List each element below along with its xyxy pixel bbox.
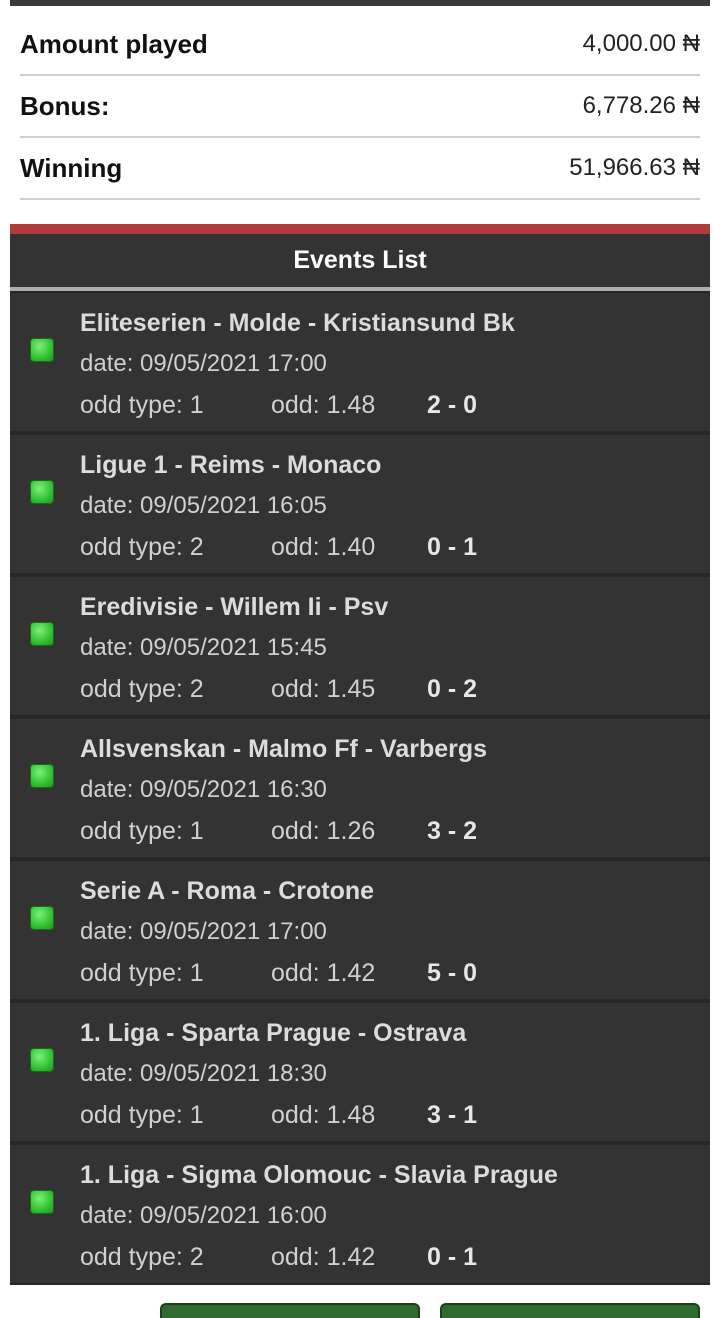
event-date: date: 09/05/2021 16:00 bbox=[80, 1202, 327, 1229]
events-list: Eliteserien - Molde - Kristiansund Bk da… bbox=[10, 291, 710, 1285]
event-odd: odd: 1.48 bbox=[271, 1101, 376, 1129]
event-item[interactable]: Eliteserien - Molde - Kristiansund Bk da… bbox=[10, 293, 710, 431]
event-odd: odd: 1.42 bbox=[271, 959, 376, 987]
bet-slip-page: Amount played 4,000.00 ₦ Bonus: 6,778.26… bbox=[0, 0, 720, 1318]
event-score: 5 - 0 bbox=[427, 959, 478, 987]
events-list-header: Events List bbox=[10, 234, 710, 287]
event-item[interactable]: Allsvenskan - Malmo Ff - Varbergs date: … bbox=[10, 719, 710, 857]
event-odd: odd: 1.40 bbox=[271, 533, 376, 561]
bonus-label: Bonus: bbox=[20, 90, 110, 121]
status-green-icon bbox=[30, 1190, 54, 1214]
action-button-left[interactable] bbox=[160, 1303, 420, 1318]
event-title: Eredivisie - Willem Ii - Psv bbox=[80, 593, 389, 621]
winning-row: Winning 51,966.63 ₦ bbox=[20, 138, 700, 200]
event-date: date: 09/05/2021 18:30 bbox=[80, 1060, 327, 1087]
event-odd-type: odd type: 1 bbox=[80, 959, 204, 987]
event-item[interactable]: Ligue 1 - Reims - Monaco date: 09/05/202… bbox=[10, 435, 710, 573]
status-green-icon bbox=[30, 1048, 54, 1072]
action-button-right[interactable] bbox=[440, 1303, 700, 1318]
amount-played-label: Amount played bbox=[20, 28, 208, 59]
event-item[interactable]: Eredivisie - Willem Ii - Psv date: 09/05… bbox=[10, 577, 710, 715]
events-list-title: Events List bbox=[293, 246, 427, 274]
status-green-icon bbox=[30, 764, 54, 788]
event-odd-type: odd type: 2 bbox=[80, 675, 204, 703]
event-odd-type: odd type: 1 bbox=[80, 1101, 204, 1129]
event-title: Ligue 1 - Reims - Monaco bbox=[80, 451, 382, 479]
event-date: date: 09/05/2021 17:00 bbox=[80, 918, 327, 945]
event-odd: odd: 1.26 bbox=[271, 817, 376, 845]
bonus-row: Bonus: 6,778.26 ₦ bbox=[20, 76, 700, 138]
bet-summary: Amount played 4,000.00 ₦ Bonus: 6,778.26… bbox=[10, 6, 710, 224]
event-score: 3 - 2 bbox=[427, 817, 478, 845]
event-score: 3 - 1 bbox=[427, 1101, 478, 1129]
winning-label: Winning bbox=[20, 152, 123, 183]
event-title: Allsvenskan - Malmo Ff - Varbergs bbox=[80, 735, 488, 763]
event-item[interactable]: 1. Liga - Sparta Prague - Ostrava date: … bbox=[10, 1003, 710, 1141]
event-date: date: 09/05/2021 15:45 bbox=[80, 634, 327, 661]
status-green-icon bbox=[30, 622, 54, 646]
event-odd: odd: 1.45 bbox=[271, 675, 376, 703]
status-green-icon bbox=[30, 480, 54, 504]
status-green-icon bbox=[30, 906, 54, 930]
event-date: date: 09/05/2021 16:30 bbox=[80, 776, 327, 803]
event-score: 2 - 0 bbox=[427, 391, 478, 419]
event-title: Eliteserien - Molde - Kristiansund Bk bbox=[80, 309, 515, 337]
section-divider bbox=[10, 224, 710, 234]
event-odd: odd: 1.48 bbox=[271, 391, 376, 419]
status-green-icon bbox=[30, 338, 54, 362]
winning-value: 51,966.63 ₦ bbox=[569, 154, 700, 181]
event-date: date: 09/05/2021 16:05 bbox=[80, 492, 327, 519]
event-odd: odd: 1.42 bbox=[271, 1243, 376, 1271]
event-title: Serie A - Roma - Crotone bbox=[80, 877, 375, 905]
event-item[interactable]: 1. Liga - Sigma Olomouc - Slavia Prague … bbox=[10, 1145, 710, 1283]
amount-played-value: 4,000.00 ₦ bbox=[582, 30, 700, 57]
event-score: 0 - 1 bbox=[427, 533, 478, 561]
event-date: date: 09/05/2021 17:00 bbox=[80, 350, 327, 377]
event-odd-type: odd type: 2 bbox=[80, 1243, 204, 1271]
event-title: 1. Liga - Sparta Prague - Ostrava bbox=[80, 1019, 467, 1047]
event-score: 0 - 1 bbox=[427, 1243, 478, 1271]
event-score: 0 - 2 bbox=[427, 675, 478, 703]
event-odd-type: odd type: 2 bbox=[80, 533, 204, 561]
bonus-value: 6,778.26 ₦ bbox=[582, 92, 700, 119]
event-odd-type: odd type: 1 bbox=[80, 817, 204, 845]
event-title: 1. Liga - Sigma Olomouc - Slavia Prague bbox=[80, 1161, 558, 1189]
event-item[interactable]: Serie A - Roma - Crotone date: 09/05/202… bbox=[10, 861, 710, 999]
amount-played-row: Amount played 4,000.00 ₦ bbox=[20, 14, 700, 76]
event-odd-type: odd type: 1 bbox=[80, 391, 204, 419]
